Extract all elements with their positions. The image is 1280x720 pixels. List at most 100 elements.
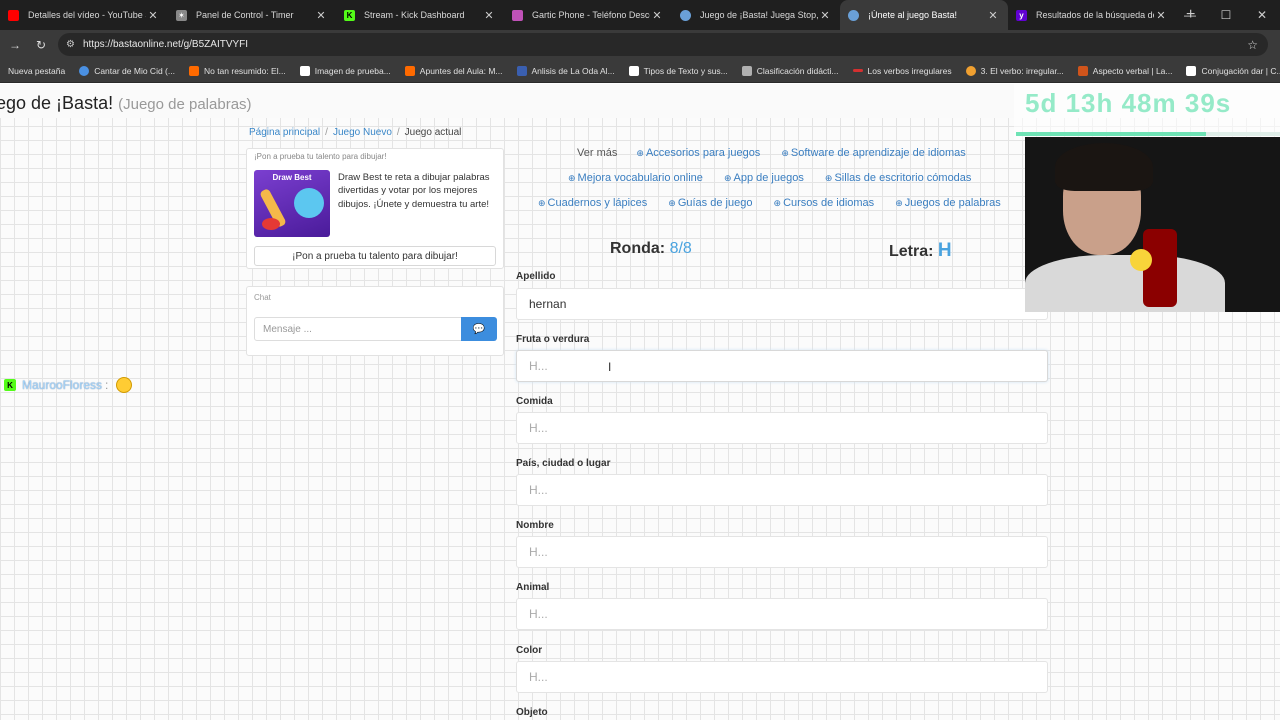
- bookmark-item[interactable]: Aspecto verbal | La...: [1077, 65, 1172, 76]
- close-icon[interactable]: ✕: [650, 9, 664, 22]
- minimize-icon[interactable]: —: [1172, 0, 1208, 30]
- youtube-icon: [8, 9, 19, 21]
- ver-mas-label: Ver más: [577, 147, 618, 159]
- bookmark-star-icon[interactable]: ☆: [1247, 38, 1258, 52]
- bookmark-favicon: [516, 65, 527, 76]
- sponsored-link[interactable]: ⊕ Guías de juego: [668, 197, 752, 209]
- sponsored-link[interactable]: ⊕ Accesorios para juegos: [636, 147, 760, 159]
- apellido-field[interactable]: hernan: [516, 288, 1048, 320]
- bookmark-item[interactable]: Conjugación dar | C...: [1186, 65, 1280, 76]
- rubber-duck: [1130, 249, 1152, 271]
- bookmark-item[interactable]: Tipos de Texto y sus...: [628, 65, 728, 76]
- promo-heading: ¡Pon a prueba tu talento para dibujar!: [254, 152, 387, 161]
- plus-circle-icon: ⊕: [895, 198, 903, 208]
- animal-field[interactable]: H...: [516, 598, 1048, 630]
- field-label-color: Color: [516, 645, 543, 656]
- draw-best-image[interactable]: Draw Best: [254, 170, 330, 237]
- field-label-apellido: Apellido: [516, 271, 556, 282]
- maximize-icon[interactable]: ☐: [1208, 0, 1244, 30]
- breadcrumb: Página principal / Juego Nuevo / Juego actua…: [249, 127, 461, 138]
- bookmark-item[interactable]: Apuntes del Aula: M...: [404, 65, 503, 76]
- globe-icon: [680, 9, 691, 21]
- tab-gartic[interactable]: Gartic Phone - Teléfono Descompuesto✕: [504, 0, 672, 30]
- chat-send-button[interactable]: 💬: [461, 317, 497, 341]
- close-icon[interactable]: ✕: [146, 9, 160, 22]
- field-label-objeto: Objeto: [516, 707, 548, 718]
- yahoo-icon: y: [1016, 9, 1027, 21]
- blogger-icon: [188, 65, 199, 76]
- url-input[interactable]: ⚙ https://bastaonline.net/g/B5ZAITVYFI ☆: [58, 33, 1268, 56]
- tab-timer[interactable]: ✶ Panel de Control - Timer ✕: [168, 0, 336, 30]
- bookmark-favicon: [965, 65, 976, 76]
- bookmark-favicon: [628, 65, 639, 76]
- comida-field[interactable]: H...: [516, 412, 1048, 444]
- close-icon[interactable]: ✕: [986, 9, 1000, 22]
- tab-youtube-studio[interactable]: Detalles del vídeo - YouTube Studio✕: [0, 0, 168, 30]
- close-icon[interactable]: ✕: [1154, 9, 1168, 22]
- tab-basta-game[interactable]: Juego de ¡Basta! Juega Stop, Tutti Frutt…: [672, 0, 840, 30]
- timer-progress-bar: [1016, 132, 1206, 136]
- forward-icon[interactable]: →: [2, 38, 28, 52]
- plus-circle-icon: ⊕: [568, 173, 576, 183]
- draw-best-button[interactable]: ¡Pon a prueba tu talento para dibujar!: [254, 246, 496, 266]
- streamer-shirt: [1025, 255, 1225, 312]
- window-close-icon[interactable]: ✕: [1244, 0, 1280, 30]
- fruta-verdura-field[interactable]: H...: [516, 350, 1048, 382]
- letter-indicator: Letra: H: [889, 240, 952, 261]
- promo-card: ¡Pon a prueba tu talento para dibujar! D…: [246, 148, 504, 269]
- close-icon[interactable]: ✕: [818, 9, 832, 22]
- tab-kick[interactable]: K Stream - Kick Dashboard ✕: [336, 0, 504, 30]
- sponsored-link[interactable]: ⊕ Cursos de idiomas: [774, 197, 875, 209]
- breadcrumb-separator: /: [325, 127, 328, 138]
- bookmark-favicon: [1186, 65, 1197, 76]
- sponsored-link[interactable]: ⊕ Sillas de escritorio cómodas: [825, 172, 972, 184]
- paint-splash: [262, 218, 280, 230]
- plus-circle-icon: ⊕: [668, 198, 676, 208]
- emoji-icon: [116, 377, 133, 393]
- kick-badge-icon: K: [4, 379, 16, 391]
- plus-circle-icon: ⊕: [773, 198, 782, 208]
- bookmark-favicon: [299, 65, 310, 76]
- bookmark-item[interactable]: No tan resumido: El...: [188, 65, 286, 76]
- sponsored-link[interactable]: ⊕ Cuadernos y lápices: [538, 197, 647, 209]
- letter-value: H: [937, 240, 952, 261]
- tab-yahoo[interactable]: yResultados de la búsqueda de Yahoo✕: [1008, 0, 1176, 30]
- pais-ciudad-lugar-field[interactable]: H...: [516, 474, 1048, 506]
- bookmarks-bar: Nueva pestaña Cantar de Mio Cid (... No …: [0, 59, 1280, 83]
- breadcrumb-current: Juego actual: [404, 127, 462, 138]
- reload-icon[interactable]: ↻: [28, 38, 54, 52]
- stream-chat-message: K MaurooFloress :: [4, 377, 133, 393]
- chat-title: Chat: [254, 293, 271, 302]
- sponsored-link[interactable]: ⊕ Juegos de palabras: [895, 197, 1001, 209]
- tab-basta-join[interactable]: ¡Únete al juego Basta! ✕: [840, 0, 1008, 30]
- bookmark-item[interactable]: Nueva pestaña: [8, 66, 65, 76]
- bookmark-item[interactable]: Los verbos irregulares: [852, 66, 952, 76]
- plus-circle-icon: ⊕: [824, 173, 833, 183]
- address-bar: → ↻ ⚙ https://bastaonline.net/g/B5ZAITVY…: [0, 30, 1280, 59]
- bookmark-item[interactable]: Clasificación didácti...: [741, 65, 839, 76]
- bookmark-item[interactable]: 3. El verbo: irregular...: [965, 65, 1064, 76]
- close-icon[interactable]: ✕: [314, 9, 328, 22]
- nombre-field[interactable]: H...: [516, 536, 1048, 568]
- field-label-fruta: Fruta o verdura: [516, 334, 590, 345]
- color-field[interactable]: H...: [516, 661, 1048, 693]
- breadcrumb-home-link[interactable]: Página principal: [249, 127, 320, 138]
- sponsored-link[interactable]: ⊕ App de juegos: [724, 172, 804, 184]
- sponsored-link[interactable]: ⊕ Mejora vocabulario online: [568, 172, 703, 184]
- sponsored-link[interactable]: ⊕ Software de aprendizaje de idiomas: [781, 147, 965, 159]
- text-cursor-icon: I: [608, 360, 612, 374]
- globe-icon: [848, 9, 859, 21]
- field-label-comida: Comida: [516, 396, 553, 407]
- kick-icon: K: [344, 9, 355, 21]
- close-icon[interactable]: ✕: [482, 9, 496, 22]
- bookmark-item[interactable]: Anlisis de La Oda Al...: [516, 65, 615, 76]
- breadcrumb-new-game-link[interactable]: Juego Nuevo: [333, 127, 392, 138]
- bookmark-item[interactable]: Cantar de Mio Cid (...: [79, 65, 175, 76]
- bookmark-item[interactable]: Imagen de prueba...: [299, 65, 391, 76]
- field-label-animal: Animal: [516, 582, 550, 593]
- window-controls: — ☐ ✕: [1172, 0, 1280, 30]
- speech-bubble-icon: 💬: [472, 323, 486, 335]
- stream-timer: 5d 13h 48m 39s: [1025, 88, 1232, 118]
- site-info-icon[interactable]: ⚙: [66, 39, 75, 50]
- chat-message-input[interactable]: Mensaje ...: [254, 317, 462, 341]
